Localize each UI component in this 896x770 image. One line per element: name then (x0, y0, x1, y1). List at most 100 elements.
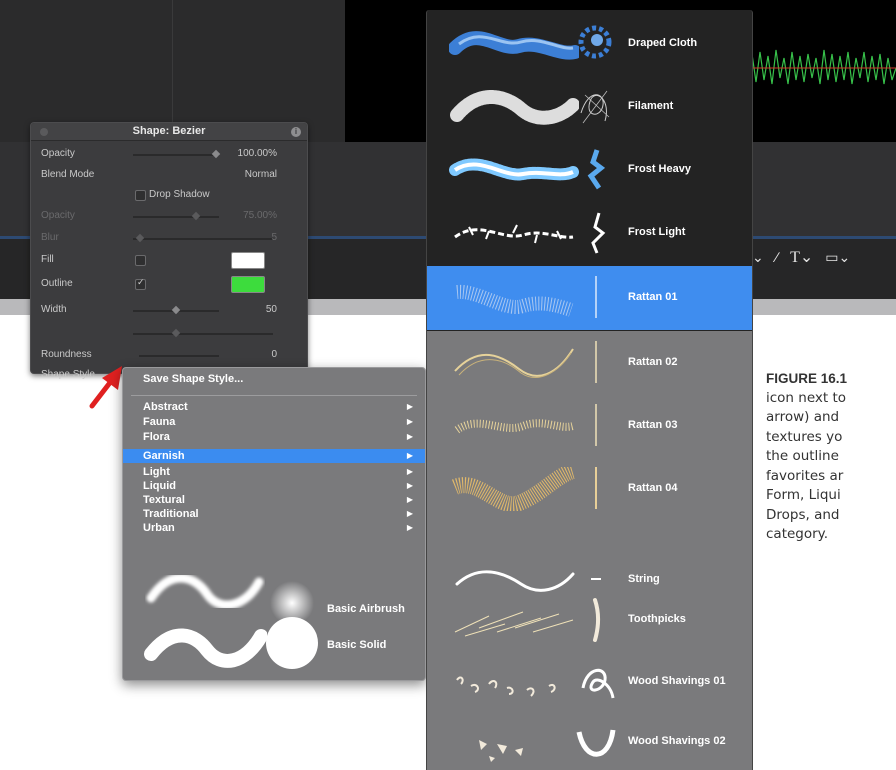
menu-item-urban[interactable]: Urban ▶ (123, 522, 425, 534)
brush-thumb (595, 404, 597, 446)
blur-value[interactable]: 5 (271, 232, 277, 243)
shadow-opacity-label: Opacity (41, 210, 75, 221)
brush-item-rattan-04[interactable]: Rattan 04 (427, 457, 752, 519)
outline-checkbox[interactable] (135, 277, 146, 290)
brush-stroke-preview (449, 158, 579, 181)
outline-row: Outline (31, 276, 307, 293)
roundness-row: Roundness 0 (31, 349, 307, 363)
blend-mode-popup[interactable]: Normal (245, 169, 277, 180)
menu-item-textural[interactable]: Textural ▶ (123, 494, 425, 506)
shadow-opacity-value[interactable]: 75.00% (243, 210, 277, 221)
submenu-arrow-icon: ▶ (406, 417, 413, 426)
outline-color-well[interactable] (231, 276, 265, 293)
opacity-slider-knob[interactable] (211, 149, 221, 159)
menu-item-liquid[interactable]: Liquid ▶ (123, 480, 425, 492)
menu-item-abstract[interactable]: Abstract ▶ (123, 401, 425, 413)
brush-name: Frost Light (628, 226, 686, 238)
opacity-slider[interactable] (133, 149, 221, 159)
blend-mode-label: Blend Mode (41, 169, 95, 180)
info-icon[interactable]: i (291, 127, 301, 137)
brush-library-list: Draped Cloth Filament Frost Heavy Frost … (426, 10, 753, 770)
menu-item-traditional[interactable]: Traditional ▶ (123, 508, 425, 520)
basic-solid-thumb[interactable] (265, 616, 319, 670)
blur-label: Blur (41, 232, 59, 243)
width-value[interactable]: 50 (266, 304, 277, 315)
width-slider[interactable] (133, 305, 219, 315)
shape-icon[interactable]: ▭⌄ (825, 249, 850, 266)
width-row: Width 50 (31, 304, 307, 318)
blur-slider[interactable] (133, 233, 273, 243)
shadow-opacity-slider[interactable] (133, 211, 219, 221)
brush-thumb (580, 90, 610, 124)
caption-line: category. (766, 526, 829, 542)
caption-line: Drops, and (766, 506, 840, 523)
brush-thumb (587, 149, 606, 190)
brush-stroke-preview (454, 224, 574, 244)
brush-name: Rattan 03 (628, 419, 678, 431)
submenu-arrow-icon: ▶ (406, 523, 413, 532)
basic-airbrush-stroke[interactable] (145, 568, 265, 618)
brush-thumb (595, 276, 597, 318)
menu-item-label: Flora (143, 431, 170, 443)
save-shape-style-item[interactable]: Save Shape Style... (143, 373, 243, 385)
menu-item-garnish[interactable]: Garnish ▶ (123, 449, 425, 463)
caption-line: Form, Liqui (766, 487, 841, 503)
brush-item-filament[interactable]: Filament (427, 75, 752, 137)
menu-item-label: Garnish (143, 450, 185, 462)
menu-item-label: Traditional (143, 508, 199, 520)
caption-line: icon next to (766, 389, 847, 406)
menu-item-label: Fauna (143, 416, 176, 428)
brush-item-wood-shavings-01[interactable]: Wood Shavings 01 (427, 650, 752, 712)
fill-checkbox[interactable] (135, 255, 146, 266)
brush-stroke-preview (456, 284, 574, 317)
menu-item-fauna[interactable]: Fauna ▶ (123, 416, 425, 428)
blur-row: Blur 5 (31, 232, 307, 246)
opacity-value[interactable]: 100.00% (238, 148, 277, 159)
pen-icon[interactable]: ∕ (776, 249, 778, 265)
menu-item-light[interactable]: Light ▶ (123, 466, 425, 478)
brush-stroke-preview (450, 90, 579, 125)
brush-thumb (593, 598, 600, 642)
brush-item-rattan-02[interactable]: Rattan 02 (427, 331, 752, 393)
text-icon[interactable]: T⌄ (790, 247, 813, 267)
roundness-value[interactable]: 0 (271, 349, 277, 360)
caption-line: arrow) and (766, 409, 840, 425)
fill-color-well[interactable] (231, 252, 265, 269)
brush-name: Frost Heavy (628, 163, 691, 175)
brush-name: Wood Shavings 01 (628, 675, 726, 687)
brush-item-wood-shavings-02[interactable]: Wood Shavings 02 (427, 710, 752, 770)
caption-line: textures yo (766, 428, 843, 445)
submenu-arrow-icon: ▶ (406, 451, 413, 460)
brush-stroke-preview (451, 467, 576, 511)
caption-line: favorites ar (766, 467, 844, 484)
menu-item-flora[interactable]: Flora ▶ (123, 431, 425, 443)
brush-thumb (595, 467, 597, 509)
brush-item-rattan-01[interactable]: Rattan 01 (427, 266, 752, 330)
secondary-knob[interactable] (171, 328, 181, 338)
submenu-arrow-icon: ▶ (406, 432, 413, 441)
close-icon[interactable] (40, 128, 48, 136)
hud-title: Shape: Bezier (31, 123, 307, 141)
drop-shadow-checkbox[interactable] (135, 190, 146, 201)
hidden-slider-row (31, 327, 307, 341)
chevron-down-icon[interactable]: ⌄ (752, 249, 764, 266)
basic-solid-label[interactable]: Basic Solid (327, 639, 386, 651)
brush-item-frost-heavy[interactable]: Frost Heavy (427, 138, 752, 200)
brush-item-toothpicks[interactable]: Toothpicks (427, 588, 752, 650)
brush-item-draped-cloth[interactable]: Draped Cloth (427, 12, 752, 74)
secondary-slider[interactable] (133, 328, 273, 338)
brush-stroke-preview (449, 31, 579, 60)
basic-solid-stroke[interactable] (143, 620, 267, 670)
brush-thumb (578, 25, 612, 59)
brush-item-frost-light[interactable]: Frost Light (427, 201, 752, 263)
pane-divider (172, 0, 173, 142)
brush-thumb (595, 341, 597, 383)
shadow-opacity-knob[interactable] (191, 211, 201, 221)
roundness-slider[interactable] (139, 355, 219, 357)
brush-item-rattan-03[interactable]: Rattan 03 (427, 394, 752, 456)
shadow-opacity-row: Opacity 75.00% (31, 210, 307, 224)
width-knob[interactable] (171, 305, 181, 315)
basic-airbrush-label[interactable]: Basic Airbrush (327, 603, 405, 615)
blur-knob[interactable] (135, 233, 145, 243)
brush-name: Rattan 01 (628, 291, 678, 303)
